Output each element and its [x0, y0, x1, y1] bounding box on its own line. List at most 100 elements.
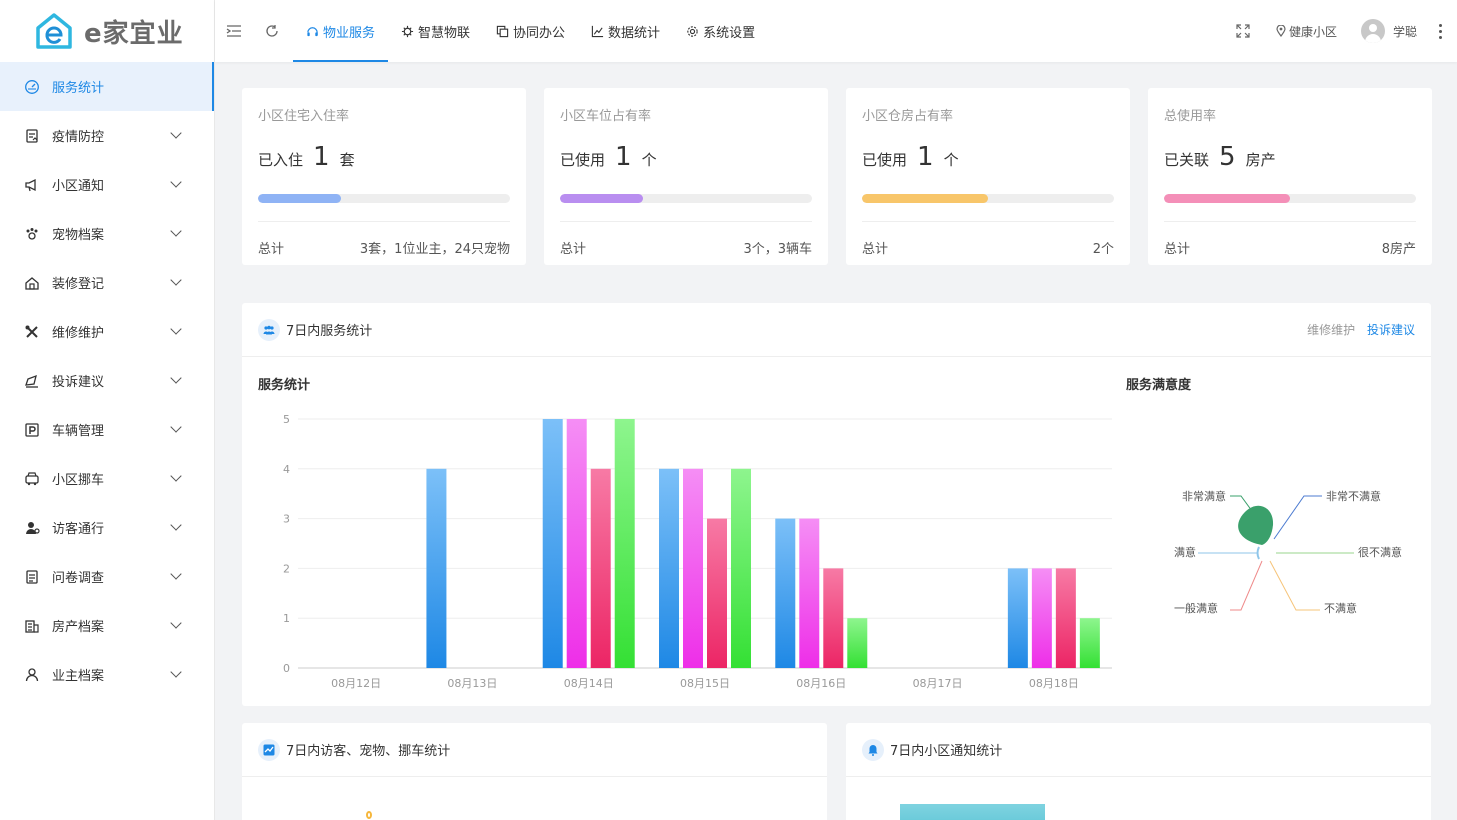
survey-icon	[24, 569, 40, 585]
stat-prefix: 已关联	[1164, 151, 1210, 169]
bar[interactable]	[847, 618, 868, 668]
tab-4[interactable]: 系统设置	[673, 0, 768, 62]
bar-chart-title: 服务统计	[258, 378, 311, 393]
y-tick-label: 3	[283, 513, 290, 526]
bar[interactable]	[426, 468, 447, 668]
pie-label-line	[1269, 560, 1320, 611]
pie-slice[interactable]	[1238, 505, 1274, 545]
stat-footer: 总计 3个，3辆车	[560, 238, 812, 257]
stat-title: 小区车位占有率	[560, 109, 652, 124]
chevron-down-icon	[170, 666, 182, 678]
sidebar: e家宜业 服务统计 疫情防控 小区通知 宠物档案 装修登记维修维护投诉建议车辆管理小区挪…	[0, 0, 215, 820]
sidebar-item-label: 车辆管理	[52, 424, 105, 439]
sidebar-item-12[interactable]: 业主档案	[0, 650, 214, 699]
pie-label: 非常不满意	[1326, 489, 1381, 503]
avatar[interactable]	[1360, 19, 1385, 43]
bar[interactable]	[799, 518, 820, 668]
tab-3[interactable]: 数据统计	[578, 0, 673, 62]
sidebar-item-2[interactable]: 小区通知	[0, 160, 214, 209]
bar[interactable]	[707, 518, 727, 668]
bar[interactable]	[683, 468, 703, 668]
refresh-button[interactable]	[253, 0, 291, 62]
brand-name: e家宜业	[84, 18, 184, 49]
x-tick-label: 08月13日	[447, 677, 497, 690]
sidebar-item-3[interactable]: 宠物档案	[0, 209, 214, 258]
stat-main: 已关联 5 房产	[1164, 142, 1416, 172]
stat-total-value: 8房产	[1381, 242, 1416, 257]
sidebar-item-label: 问卷调查	[52, 571, 105, 586]
x-tick-label: 08月18日	[1029, 677, 1079, 690]
bar[interactable]	[1007, 568, 1028, 668]
stat-footer: 总计 3套，1位业主，24只宠物	[258, 238, 510, 257]
bar[interactable]	[542, 419, 563, 668]
bar[interactable]	[1031, 568, 1052, 668]
stat-main: 已使用 1 个	[862, 142, 1114, 172]
sidebar-item-9[interactable]: 访客通行	[0, 503, 214, 552]
community-name: 健康小区	[1288, 24, 1337, 39]
tab-2[interactable]: 协同办公	[483, 0, 578, 62]
community-selector[interactable]: 健康小区	[1276, 23, 1337, 40]
car-icon	[24, 471, 40, 487]
chevron-down-icon	[170, 274, 182, 286]
sidebar-item-label: 维修维护	[52, 326, 105, 341]
headset-icon	[306, 25, 319, 38]
gear-icon	[686, 25, 699, 38]
x-tick-label: 08月16日	[796, 677, 846, 690]
bar[interactable]	[731, 468, 751, 668]
stat-value: 1	[313, 142, 330, 172]
chevron-down-icon	[170, 372, 182, 384]
location-icon	[1276, 25, 1286, 37]
visitor-stats-title: 7日内访客、宠物、挪车统计	[286, 744, 451, 759]
stat-unit: 套	[339, 151, 355, 169]
sidebar-item-5[interactable]: 维修维护	[0, 307, 214, 356]
progress-fill	[560, 194, 644, 203]
paw-icon	[24, 226, 40, 242]
maintenance-link[interactable]: 维修维护	[1307, 323, 1355, 337]
tab-label: 协同办公	[513, 25, 566, 41]
sidebar-item-10[interactable]: 问卷调查	[0, 552, 214, 601]
tab-label: 物业服务	[323, 25, 376, 41]
bar[interactable]	[1055, 568, 1076, 668]
stat-unit: 个	[943, 151, 959, 169]
stat-value: 1	[615, 142, 632, 172]
sidebar-item-1[interactable]: 疫情防控	[0, 111, 214, 160]
sidebar-item-7[interactable]: 车辆管理	[0, 405, 214, 454]
complaint-link[interactable]: 投诉建议	[1367, 323, 1415, 337]
sidebar-item-label: 小区挪车	[52, 473, 105, 488]
chevron-down-icon	[170, 127, 182, 139]
bar[interactable]	[590, 468, 611, 668]
more-icon[interactable]	[1439, 23, 1443, 39]
menu-fold-icon	[226, 25, 241, 37]
sidebar-item-11[interactable]: 房产档案	[0, 601, 214, 650]
top-nav: 物业服务 智慧物联 协同办公 数据统计 系统设置	[293, 0, 768, 62]
satisfaction-pie-chart: 非常满意 非常不满意满意 很不满意一般满意 不满意	[1174, 489, 1402, 615]
tab-1[interactable]: 智慧物联	[388, 0, 483, 62]
sidebar-item-8[interactable]: 小区挪车	[0, 454, 214, 503]
divider	[1164, 221, 1416, 222]
sidebar-item-0[interactable]: 服务统计	[0, 62, 214, 111]
tab-0[interactable]: 物业服务	[293, 0, 389, 62]
bar[interactable]	[1079, 618, 1100, 668]
bar[interactable]	[659, 468, 679, 668]
bar[interactable]	[566, 419, 587, 668]
username[interactable]: 学聪	[1393, 23, 1417, 40]
chevron-down-icon	[170, 519, 182, 531]
visitor-stats-card: 7日内访客、宠物、挪车统计	[242, 723, 827, 820]
stat-title: 小区仓房占有率	[862, 109, 954, 124]
logo[interactable]: e家宜业	[0, 0, 214, 62]
sidebar-item-6[interactable]: 投诉建议	[0, 356, 214, 405]
stat-total-value: 3套，1位业主，24只宠物	[359, 242, 510, 257]
fullscreen-icon[interactable]	[1236, 24, 1250, 38]
service-stats-header: 7日内服务统计 维修维护 投诉建议	[242, 303, 1431, 357]
divider	[258, 221, 510, 222]
collapse-menu-button[interactable]	[215, 0, 253, 62]
visitor-chart-marker	[366, 811, 372, 819]
bar[interactable]	[823, 568, 844, 668]
chevron-down-icon	[170, 568, 182, 580]
bar[interactable]	[614, 419, 635, 668]
bar[interactable]	[775, 518, 796, 668]
stat-total-label: 总计	[258, 242, 285, 257]
tab-label: 数据统计	[608, 25, 661, 41]
stat-title: 小区住宅入住率	[258, 109, 350, 124]
sidebar-item-4[interactable]: 装修登记	[0, 258, 214, 307]
